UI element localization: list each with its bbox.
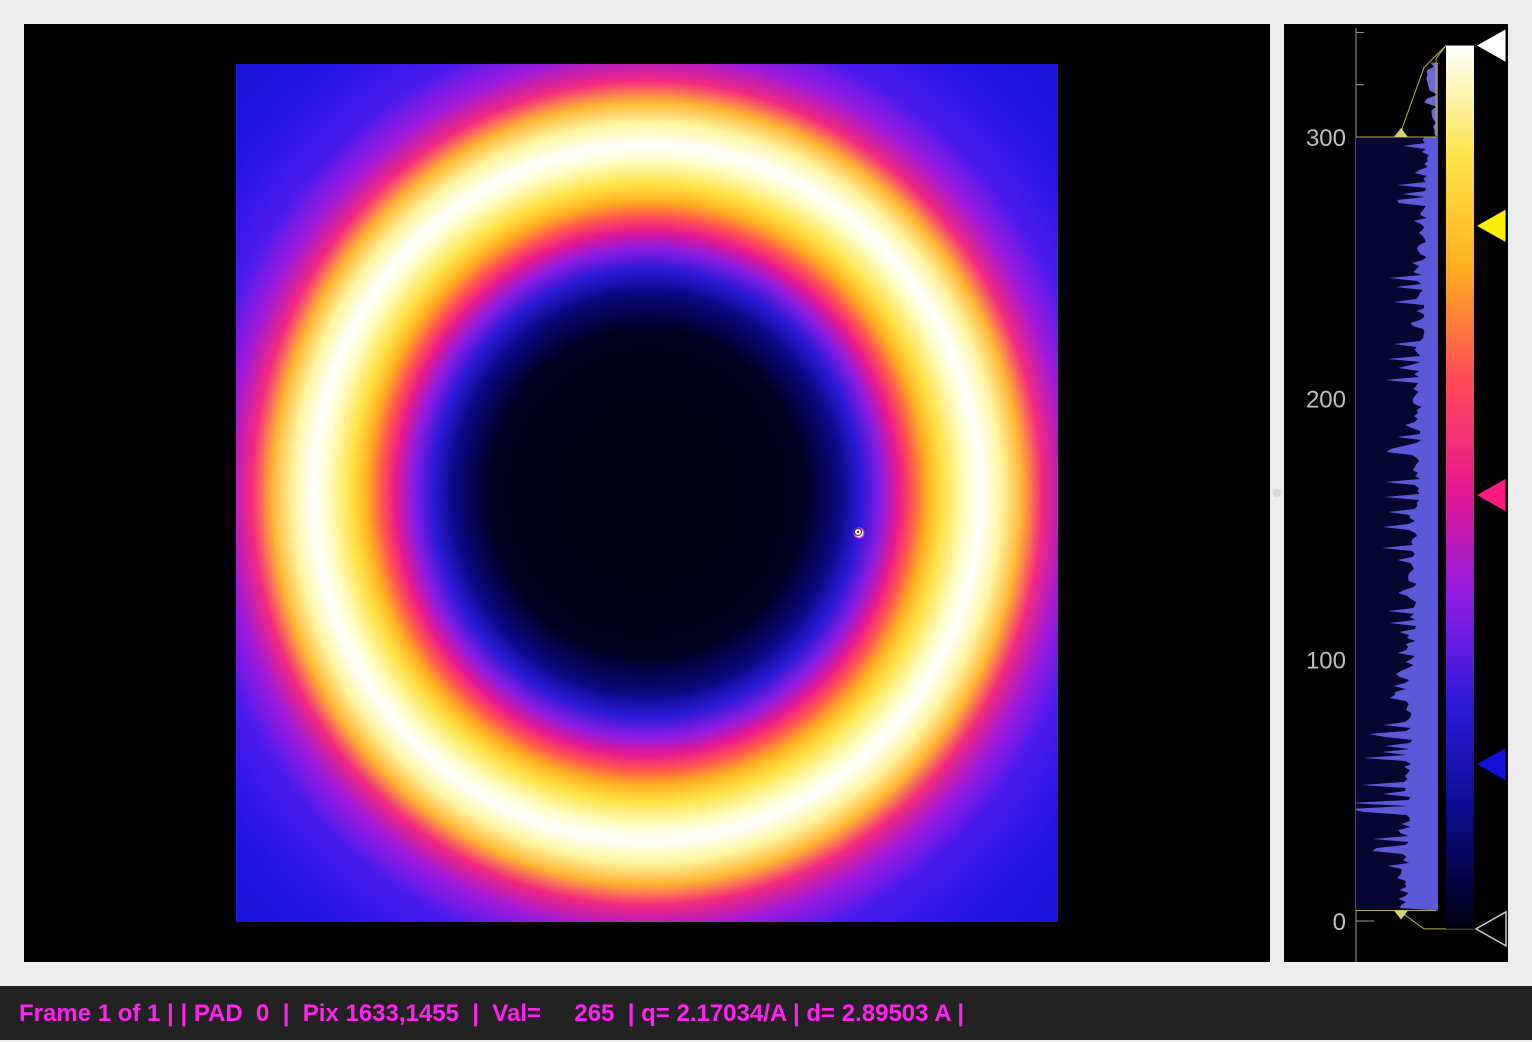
beam-center-marker[interactable] [854, 528, 862, 536]
colormap-gradient-bar [1446, 45, 1474, 929]
tick-label: 100 [1306, 648, 1346, 675]
range-high-link [1398, 45, 1447, 138]
colorbar-panel: 0 100 200 300 [1284, 24, 1508, 962]
color-stop-handle-1[interactable] [1474, 477, 1507, 513]
tick-label: 200 [1306, 386, 1346, 413]
colorbar-histogram: 0 100 200 300 [1306, 27, 1507, 962]
color-stop-handle-3[interactable] [1474, 27, 1507, 64]
splitter-handle[interactable] [1273, 489, 1281, 497]
image-viewer[interactable] [24, 24, 1270, 962]
color-stop-handle-0[interactable] [1474, 746, 1507, 783]
color-stop-handle-4[interactable] [1474, 910, 1507, 948]
range-high-handle[interactable] [1394, 128, 1408, 137]
tick-label: 0 [1333, 909, 1346, 936]
tick-label: 300 [1306, 125, 1346, 152]
status-bar: Frame 1 of 1 | | PAD 0 | Pix 1633,1455 |… [0, 986, 1532, 1040]
diffraction-image[interactable] [236, 64, 1058, 922]
color-stop-handle-2[interactable] [1474, 207, 1507, 244]
